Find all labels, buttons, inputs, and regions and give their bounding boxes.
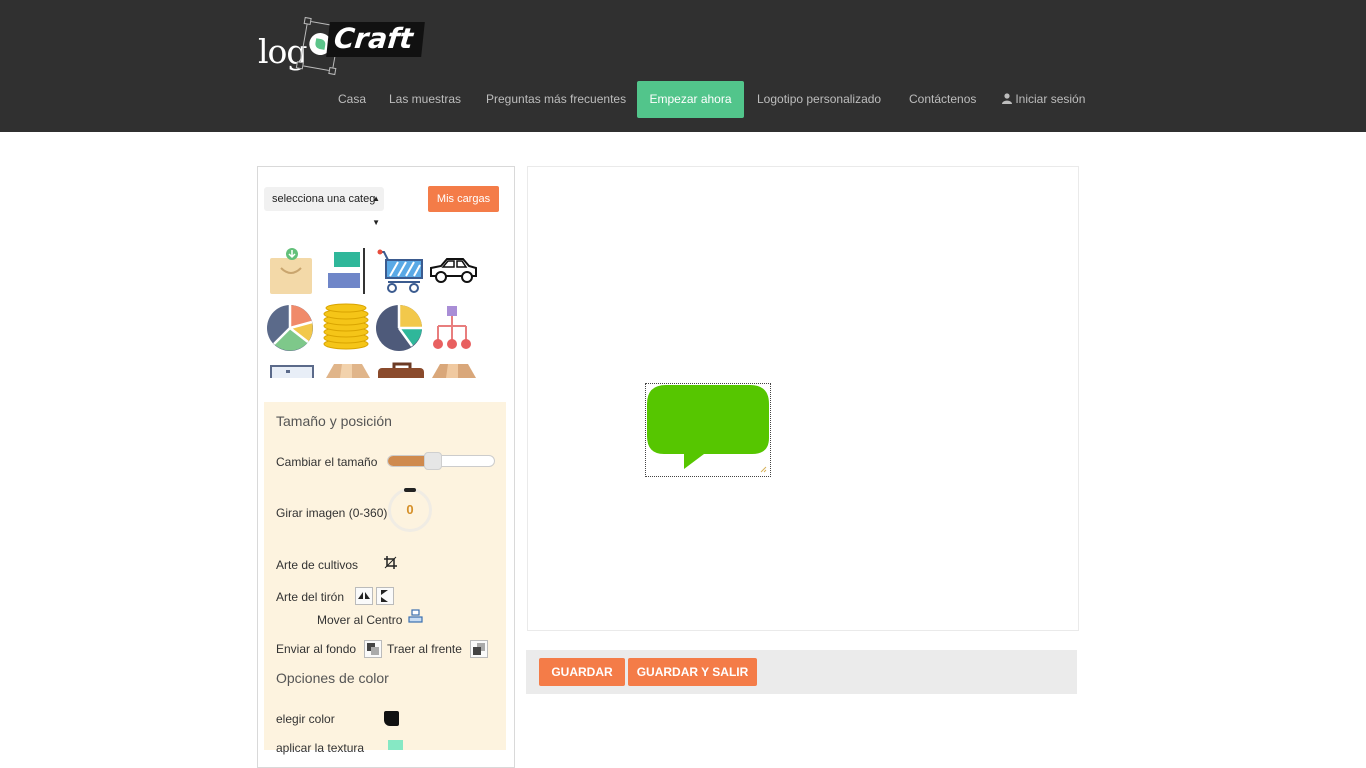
- resize-label: Cambiar el tamaño: [276, 455, 378, 469]
- send-to-back-icon[interactable]: [364, 640, 382, 658]
- nav-item-empezar[interactable]: Empezar ahora: [637, 81, 744, 118]
- coins-stack-icon[interactable]: [322, 302, 374, 354]
- login-label: Iniciar sesión: [1015, 92, 1086, 106]
- selected-clipart[interactable]: [645, 383, 771, 477]
- resize-slider[interactable]: [387, 452, 495, 470]
- briefcase-icon[interactable]: [376, 362, 428, 378]
- crop-label: Arte de cultivos: [276, 558, 359, 572]
- send-back-label: Enviar al fondo: [276, 642, 357, 656]
- pie-chart-icon[interactable]: [266, 302, 318, 354]
- color-swatch[interactable]: [384, 711, 399, 726]
- save-exit-button[interactable]: GUARDAR Y SALIR: [628, 658, 757, 686]
- logo-text-craft: Craft: [326, 22, 425, 57]
- clipart-grid: [264, 240, 506, 378]
- bring-front-label: Traer al frente: [387, 642, 462, 656]
- flip-horizontal-icon[interactable]: [355, 587, 373, 605]
- shopping-cart-icon[interactable]: [376, 246, 428, 298]
- car-icon[interactable]: [428, 246, 480, 298]
- resize-handle-icon[interactable]: [760, 466, 767, 473]
- box-alt-icon[interactable]: [428, 362, 480, 378]
- category-select-value: selecciona una categ: [272, 193, 376, 205]
- nav-item-logotipo[interactable]: Logotipo personalizado: [757, 81, 881, 118]
- site-header: log Craft Casa Las muestras Preguntas má…: [0, 0, 1366, 132]
- logo[interactable]: log Craft: [256, 10, 426, 76]
- rotate-dial-marker: [404, 488, 416, 492]
- size-position-title: Tamaño y posición: [276, 413, 392, 429]
- nav-item-contacto[interactable]: Contáctenos: [909, 81, 976, 118]
- nav-item-login[interactable]: Iniciar sesión: [1002, 81, 1085, 118]
- shopping-bag-icon[interactable]: [266, 246, 318, 298]
- flip-vertical-icon[interactable]: [376, 587, 394, 605]
- resize-slider-handle[interactable]: [424, 452, 443, 470]
- uploads-button[interactable]: Mis cargas: [428, 186, 499, 212]
- rotate-label: Girar imagen (0-360): [276, 506, 388, 520]
- org-chart-icon[interactable]: [428, 302, 480, 354]
- texture-swatch[interactable]: [388, 740, 403, 750]
- box-icon[interactable]: [322, 362, 374, 378]
- nav-item-muestras[interactable]: Las muestras: [389, 81, 461, 118]
- speech-bubble-shape: [647, 385, 769, 469]
- monitor-icon[interactable]: [266, 362, 318, 378]
- color-options-title: Opciones de color: [276, 670, 389, 686]
- save-button[interactable]: GUARDAR: [539, 658, 625, 686]
- rotate-value: 0: [406, 502, 414, 517]
- select-arrows-icon: ▲ ▼: [372, 194, 380, 227]
- flip-label: Arte del tirón: [276, 590, 345, 604]
- pie-chart-alt-icon[interactable]: [376, 302, 428, 354]
- nav-item-faq[interactable]: Preguntas más frecuentes: [486, 81, 626, 118]
- design-canvas[interactable]: [527, 166, 1079, 631]
- choose-color-label: elegir color: [276, 712, 335, 726]
- user-icon: [1002, 93, 1012, 104]
- category-select[interactable]: selecciona una categ ▲ ▼: [264, 187, 384, 227]
- bring-to-front-icon[interactable]: [470, 640, 488, 658]
- layout-blocks-icon[interactable]: [322, 246, 374, 298]
- rotate-dial[interactable]: 0: [388, 488, 432, 532]
- center-align-icon[interactable]: [408, 609, 423, 623]
- nav-item-casa[interactable]: Casa: [338, 81, 366, 118]
- crop-icon[interactable]: [384, 556, 397, 569]
- center-label: Mover al Centro: [317, 613, 403, 627]
- texture-label: aplicar la textura: [276, 741, 365, 755]
